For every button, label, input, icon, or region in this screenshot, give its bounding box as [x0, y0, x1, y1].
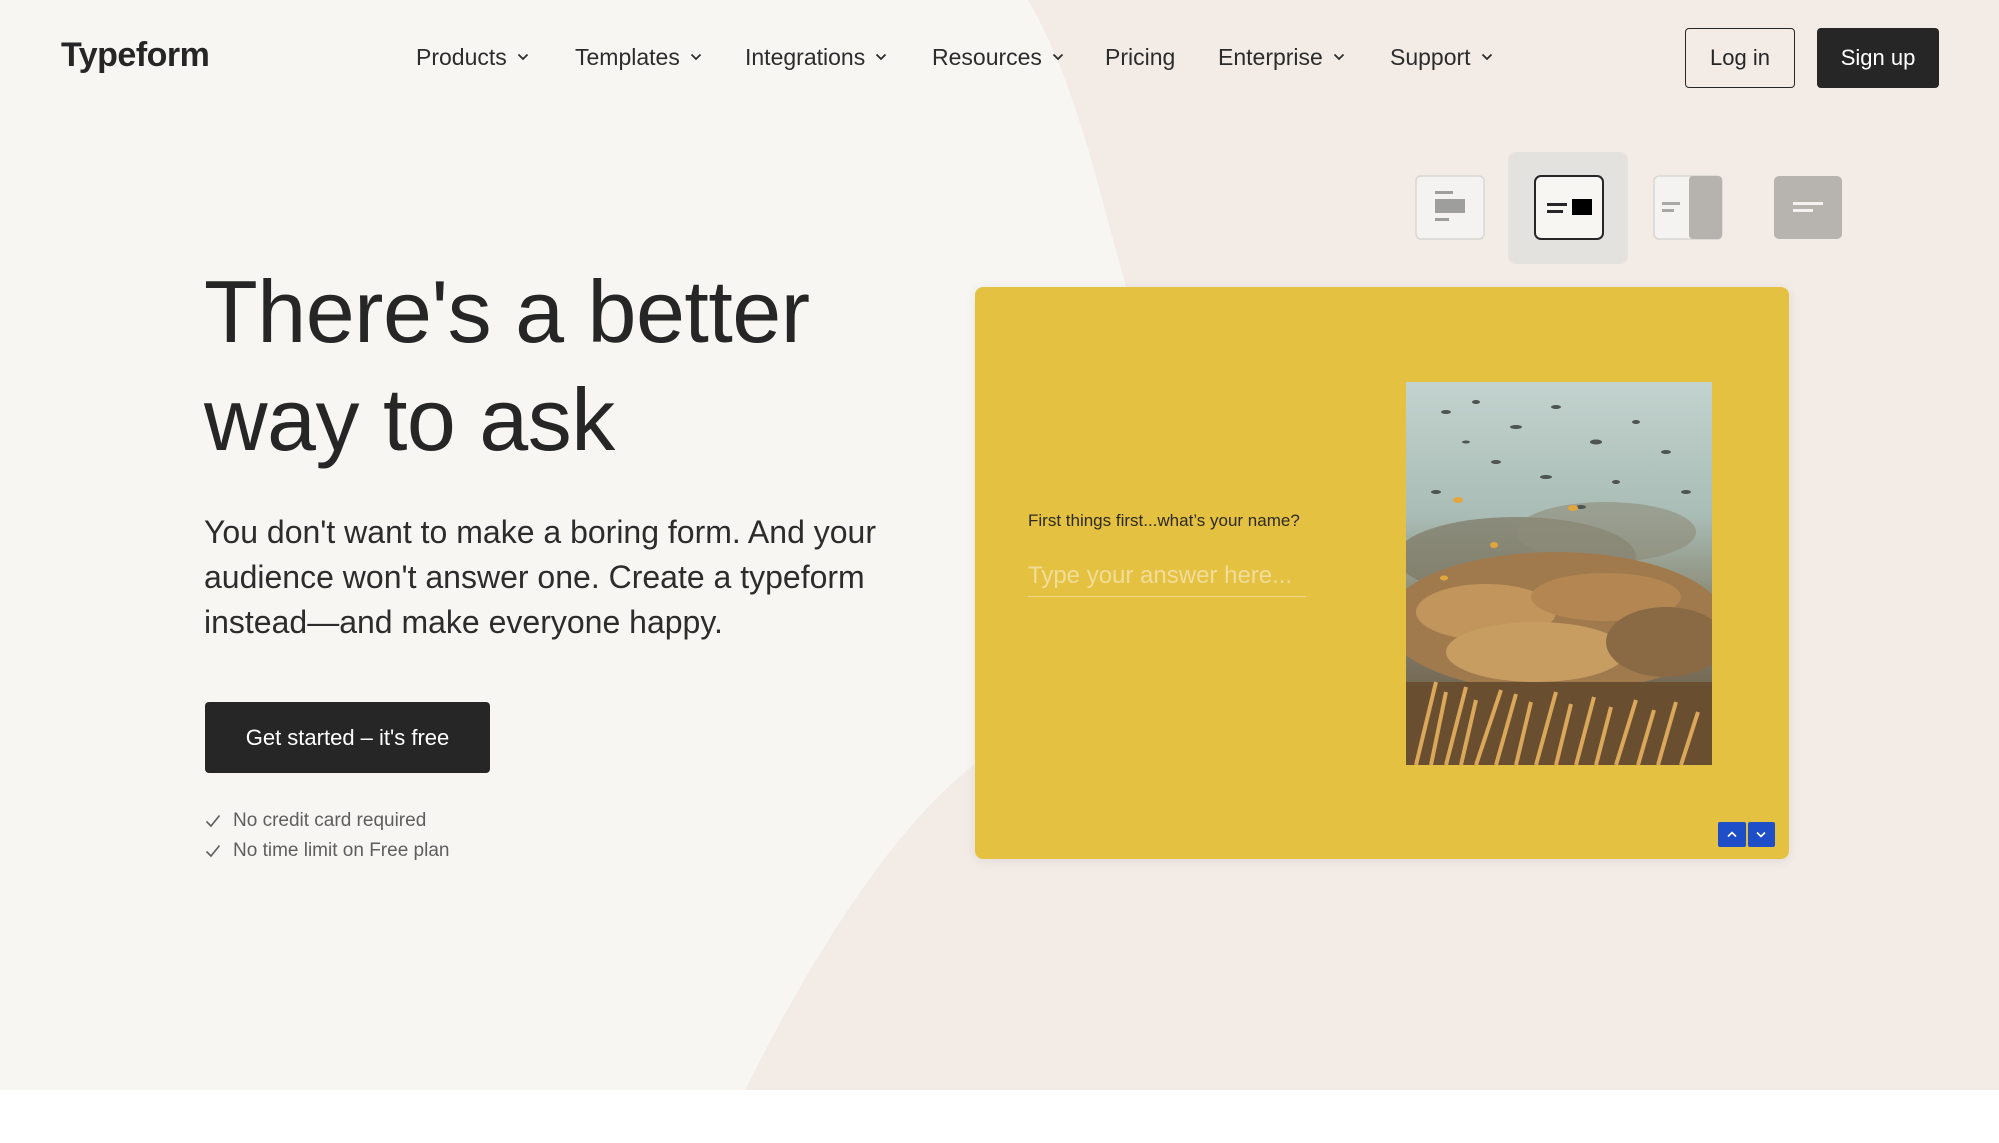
- nav-templates[interactable]: Templates: [575, 42, 702, 72]
- signup-button[interactable]: Sign up: [1817, 28, 1939, 88]
- perk-label: No credit card required: [233, 810, 427, 831]
- chevron-down-icon: [1052, 53, 1064, 61]
- chevron-up-icon: [1727, 831, 1737, 838]
- chevron-down-icon: [690, 53, 701, 61]
- nav-support[interactable]: Support: [1390, 42, 1493, 72]
- coral-reef-photo: [1406, 382, 1712, 765]
- layout-option-split[interactable]: [1534, 175, 1604, 240]
- coral-reef-image: [1406, 382, 1712, 765]
- nav-enterprise[interactable]: Enterprise: [1218, 42, 1345, 72]
- layout-side-panel-icon: [1653, 175, 1723, 240]
- layout-option-side-panel[interactable]: [1653, 175, 1723, 240]
- chevron-down-icon: [1756, 831, 1766, 838]
- page-title: There's a better way to ask: [204, 258, 924, 474]
- nav-item-label: Products: [416, 43, 507, 70]
- form-question: First things first...what’s your name?: [1028, 511, 1300, 530]
- get-started-button[interactable]: Get started – it's free: [205, 702, 490, 773]
- perk-no-time-limit: No time limit on Free plan: [205, 839, 449, 863]
- chevron-down-icon: [1481, 53, 1492, 61]
- hero-section: Typeform Products Templates Integrations…: [0, 0, 1999, 1090]
- layout-stack-icon: [1415, 175, 1485, 240]
- chevron-down-icon: [876, 53, 887, 61]
- checkmark-icon: [205, 844, 221, 858]
- headline-line-2: way to ask: [204, 370, 615, 469]
- chevron-down-icon: [517, 53, 528, 61]
- form-preview: First things first...what’s your name?: [975, 287, 1789, 859]
- perk-no-credit-card: No credit card required: [205, 809, 426, 833]
- nav-item-label: Enterprise: [1218, 43, 1323, 70]
- layout-split-icon: [1534, 175, 1604, 240]
- previous-question-button[interactable]: [1718, 822, 1746, 847]
- top-nav: Products Templates Integrations Resource…: [0, 0, 1999, 115]
- layout-wallpaper-icon: [1774, 176, 1842, 239]
- headline-line-1: There's a better: [204, 262, 810, 361]
- hero-subheading: You don't want to make a boring form. An…: [204, 514, 876, 640]
- next-question-button[interactable]: [1747, 822, 1775, 847]
- layout-option-wallpaper[interactable]: [1773, 175, 1843, 240]
- nav-item-label: Integrations: [745, 43, 866, 70]
- nav-item-label: Resources: [932, 43, 1042, 70]
- nav-products[interactable]: Products: [416, 42, 529, 72]
- layout-option-stack[interactable]: [1415, 175, 1485, 240]
- login-button[interactable]: Log in: [1685, 28, 1795, 88]
- nav-resources[interactable]: Resources: [932, 42, 1064, 72]
- checkmark-icon: [205, 814, 221, 828]
- form-answer-input[interactable]: [1028, 555, 1306, 597]
- nav-item-label: Templates: [575, 43, 680, 70]
- form-navigation: [1718, 822, 1775, 847]
- nav-pricing[interactable]: Pricing: [1105, 42, 1175, 72]
- perk-label: No time limit on Free plan: [233, 840, 450, 861]
- nav-item-label: Support: [1390, 43, 1471, 70]
- nav-integrations[interactable]: Integrations: [745, 42, 887, 72]
- nav-item-label: Pricing: [1105, 43, 1176, 70]
- chevron-down-icon: [1333, 53, 1344, 61]
